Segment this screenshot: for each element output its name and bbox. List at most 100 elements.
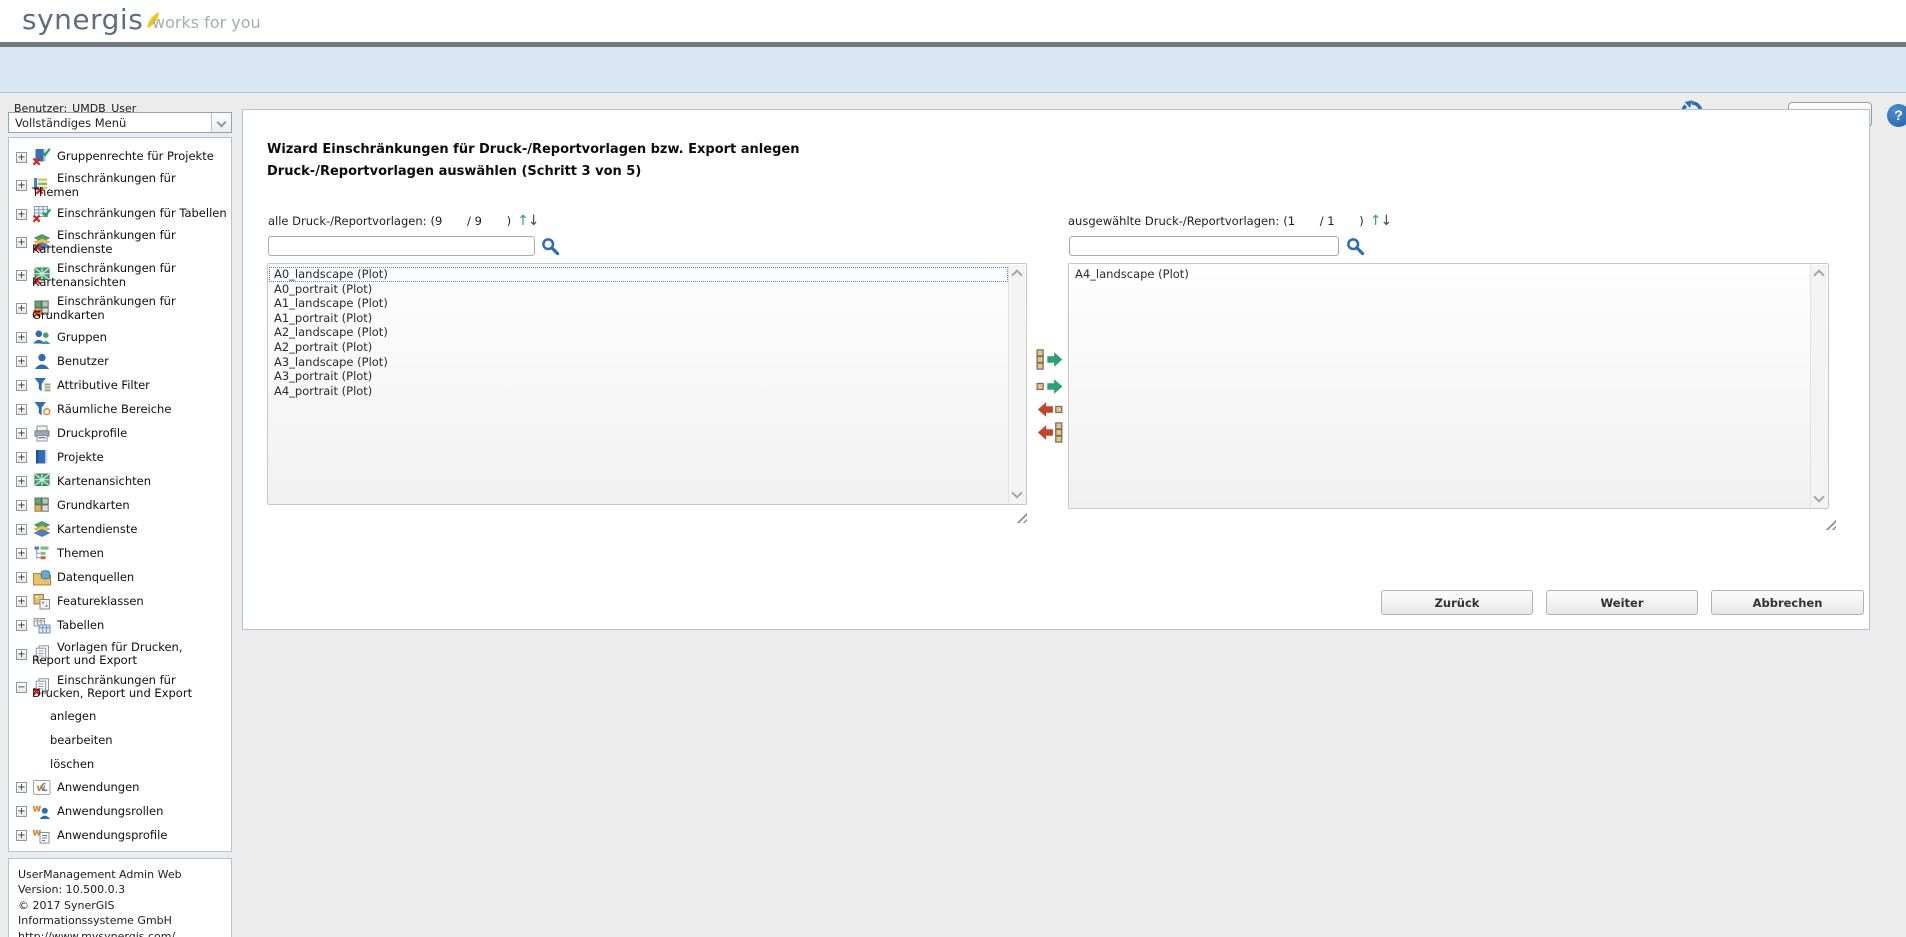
sidebar-item-gruppenrechte-für-projekte[interactable]: +Gruppenrechte für Projekte xyxy=(9,145,231,169)
sort-up-down-icon[interactable]: ↑↓ xyxy=(517,213,538,229)
expand-icon[interactable]: + xyxy=(16,270,27,281)
list-item[interactable]: A2_landscape (Plot) xyxy=(269,325,1008,340)
cancel-button[interactable]: Abbrechen xyxy=(1711,590,1864,615)
all-templates-list: A0_landscape (Plot)A0_portrait (Plot)A1_… xyxy=(269,265,1008,503)
sidebar-item-bearbeiten[interactable]: bearbeiten xyxy=(9,728,231,752)
website-link[interactable]: http://www.mysynergis.com/ xyxy=(18,930,175,937)
expand-icon[interactable]: + xyxy=(16,649,27,660)
expand-icon[interactable]: + xyxy=(16,830,27,841)
search-icon[interactable] xyxy=(1346,237,1365,256)
sidebar-item-projekte[interactable]: +Projekte xyxy=(9,446,231,470)
move-all-left-icon xyxy=(1036,422,1068,443)
move-all-left-button[interactable] xyxy=(1036,422,1068,444)
count-paren: ) xyxy=(507,214,512,228)
list-item[interactable]: A4_landscape (Plot) xyxy=(1070,267,1810,282)
logo: synergis xyxy=(22,3,161,38)
sidebar-item-löschen[interactable]: löschen xyxy=(9,752,231,776)
selected-templates-search-input[interactable] xyxy=(1069,236,1339,256)
sidebar-item-grundkarten[interactable]: +Grundkarten xyxy=(9,494,231,518)
expand-icon[interactable]: + xyxy=(16,500,27,511)
sidebar-item-anwendungen[interactable]: +wAnwendungen xyxy=(9,776,231,800)
sidebar-item-einschränkungen-für-kartenansichten[interactable]: + Einschränkungen für Kartenansichten xyxy=(9,259,231,292)
expand-icon[interactable]: + xyxy=(16,237,27,248)
sidebar-item-einschränkungen-für-tabellen[interactable]: +Einschränkungen für Tabellen xyxy=(9,202,231,226)
sidebar-item-label: Einschränkungen für Kartendienste xyxy=(32,229,176,256)
list-item[interactable]: A0_portrait (Plot) xyxy=(269,282,1008,297)
sidebar-item-vorlagen-für-drucken-report-und-export[interactable]: +Vorlagen für Drucken, Report und Export xyxy=(9,638,231,671)
menu-select[interactable]: Vollständiges Menü xyxy=(8,112,232,133)
expand-icon[interactable]: + xyxy=(16,524,27,535)
version-text: Version: 10.500.0.3 xyxy=(18,882,222,897)
sidebar-item-einschränkungen-für-drucken-report-und-export[interactable]: −Einschränkungen für Drucken, Report und… xyxy=(9,671,231,704)
sort-up-down-icon[interactable]: ↑↓ xyxy=(1370,213,1391,229)
expand-icon[interactable]: + xyxy=(16,452,27,463)
sidebar-item-anwendungsprofile[interactable]: +wAnwendungsprofile xyxy=(9,824,231,848)
resize-handle[interactable] xyxy=(1016,512,1027,523)
help-icon[interactable]: ? xyxy=(1887,104,1906,127)
sidebar-item-gruppen[interactable]: +Gruppen xyxy=(9,326,231,350)
sidebar-item-berichte[interactable]: +Berichte xyxy=(9,848,231,852)
list-item[interactable]: A3_landscape (Plot) xyxy=(269,355,1008,370)
sidebar-item-einschränkungen-für-themen[interactable]: +Einschränkungen für Themen xyxy=(9,169,231,202)
list-item[interactable]: A4_portrait (Plot) xyxy=(269,384,1008,399)
select-dropdown-button[interactable] xyxy=(211,113,231,132)
expand-icon[interactable]: + xyxy=(16,356,27,367)
brand-tagline: works for you xyxy=(152,13,261,32)
sidebar-tree: +Gruppenrechte für Projekte+Einschränkun… xyxy=(9,145,231,852)
list-item[interactable]: A1_portrait (Plot) xyxy=(269,311,1008,326)
expand-icon[interactable]: + xyxy=(16,572,27,583)
sidebar-item-attributive-filter[interactable]: +Attributive Filter xyxy=(9,374,231,398)
resize-handle[interactable] xyxy=(1825,519,1836,530)
sidebar-item-druckprofile[interactable]: +Druckprofile xyxy=(9,422,231,446)
sidebar-item-benutzer[interactable]: +Benutzer xyxy=(9,350,231,374)
sidebar-item-kartenansichten[interactable]: +Kartenansichten xyxy=(9,470,231,494)
scroll-up-icon[interactable] xyxy=(1011,269,1022,280)
scrollbar[interactable] xyxy=(1810,265,1827,507)
expand-icon[interactable]: + xyxy=(16,303,27,314)
sidebar-item-anlegen[interactable]: anlegen xyxy=(9,704,231,728)
list-item[interactable]: A0_landscape (Plot) xyxy=(269,267,1008,282)
expand-icon[interactable]: + xyxy=(16,806,27,817)
scroll-down-icon[interactable] xyxy=(1813,491,1824,502)
expand-icon[interactable]: + xyxy=(16,548,27,559)
list-item[interactable]: A1_landscape (Plot) xyxy=(269,296,1008,311)
scroll-down-icon[interactable] xyxy=(1011,487,1022,498)
sidebar-item-tabellen[interactable]: +Tabellen xyxy=(9,614,231,638)
move-all-right-button[interactable] xyxy=(1036,349,1068,371)
sidebar-item-label: Einschränkungen für Kartenansichten xyxy=(32,262,176,289)
expand-icon[interactable]: + xyxy=(16,476,27,487)
expand-icon[interactable]: + xyxy=(16,620,27,631)
expand-icon[interactable]: + xyxy=(16,404,27,415)
sidebar-item-einschränkungen-für-kartendienste[interactable]: + Einschränkungen für Kartendienste xyxy=(9,226,231,259)
list-item[interactable]: A3_portrait (Plot) xyxy=(269,369,1008,384)
expand-icon[interactable]: + xyxy=(16,380,27,391)
sidebar-item-einschränkungen-für-grundkarten[interactable]: +Einschränkungen für Grundkarten xyxy=(9,292,231,325)
sidebar-item-label: Themen xyxy=(32,547,104,561)
expand-icon[interactable]: + xyxy=(16,596,27,607)
sidebar-item-räumliche-bereiche[interactable]: +Räumliche Bereiche xyxy=(9,398,231,422)
move-selected-left-button[interactable] xyxy=(1036,399,1068,421)
collapse-icon[interactable]: − xyxy=(16,682,27,693)
sidebar-item-featureklassen[interactable]: +Featureklassen xyxy=(9,590,231,614)
all-templates-search-input[interactable] xyxy=(268,236,535,256)
search-icon[interactable] xyxy=(541,237,560,256)
expand-icon[interactable]: + xyxy=(16,332,27,343)
sidebar-item-kartendienste[interactable]: + Kartendienste xyxy=(9,518,231,542)
app-window: synergis works for you Benutzer: UMDB_Us… xyxy=(0,0,1906,937)
scroll-up-icon[interactable] xyxy=(1813,269,1824,280)
sidebar-item-anwendungsrollen[interactable]: +wAnwendungsrollen xyxy=(9,800,231,824)
list-item[interactable]: A2_portrait (Plot) xyxy=(269,340,1008,355)
sidebar-item-datenquellen[interactable]: +Datenquellen xyxy=(9,566,231,590)
expand-icon[interactable]: + xyxy=(16,782,27,793)
scrollbar[interactable] xyxy=(1008,265,1025,503)
expand-icon[interactable]: + xyxy=(16,180,27,191)
back-button[interactable]: Zurück xyxy=(1381,590,1533,615)
sidebar-item-label: Kartendienste xyxy=(32,523,137,537)
expand-icon[interactable]: + xyxy=(16,209,27,220)
move-selected-right-button[interactable] xyxy=(1036,376,1068,398)
expand-icon[interactable]: + xyxy=(16,428,27,439)
next-button[interactable]: Weiter xyxy=(1546,590,1698,615)
sidebar-item-themen[interactable]: + Themen xyxy=(9,542,231,566)
selected-templates-list: A4_landscape (Plot) xyxy=(1070,265,1810,507)
expand-icon[interactable]: + xyxy=(16,152,27,163)
